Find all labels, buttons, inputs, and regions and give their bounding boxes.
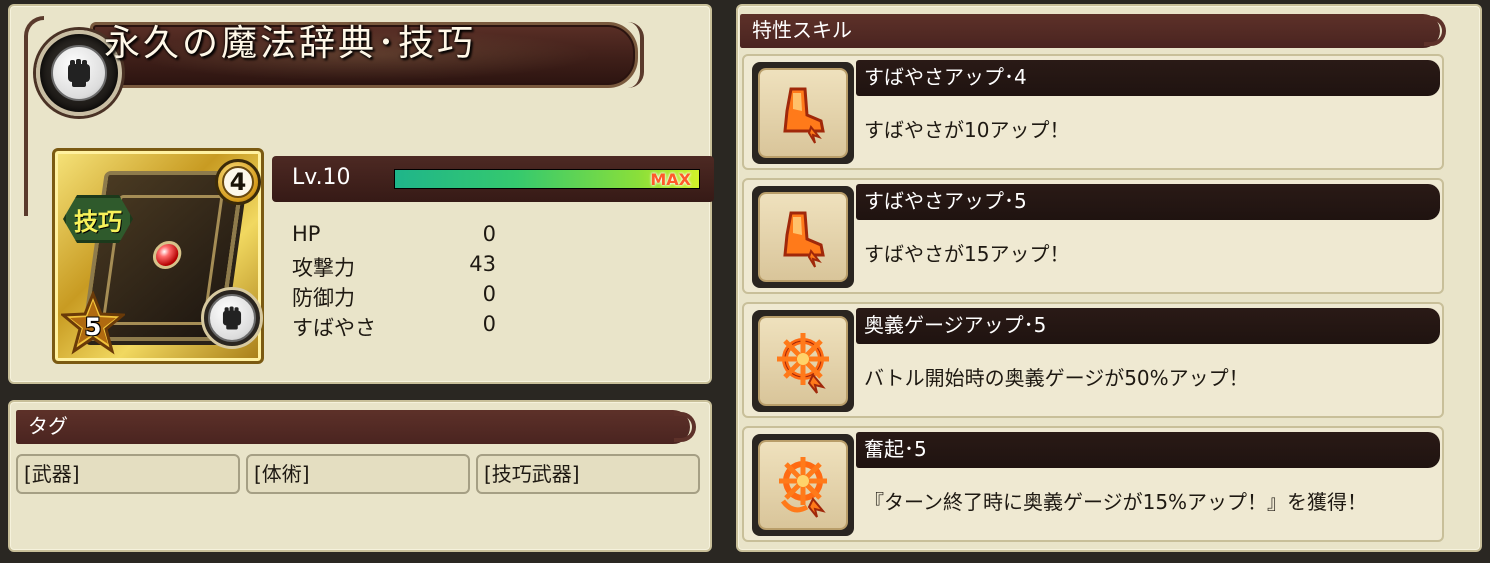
skill-header-label: 特性スキル: [752, 18, 852, 42]
tag-header: タグ: [16, 410, 696, 444]
item-card[interactable]: 技巧 4 5: [52, 148, 264, 364]
skill-icon-frame: [752, 62, 854, 164]
skill-description: すばやさが15アップ！: [864, 242, 1070, 266]
item-title: 永久の魔法辞典･技巧: [104, 23, 477, 64]
speed-boot-icon: [758, 68, 848, 158]
stat-row-hp: HP 0: [292, 222, 496, 252]
skill-card[interactable]: 奥義ゲージアップ･5 バトル開始時の奥義ゲージが50%アップ！: [742, 302, 1444, 418]
skill-icon-frame: [752, 186, 854, 288]
stat-value: 43: [469, 252, 496, 276]
skill-header: 特性スキル: [740, 14, 1446, 48]
stat-value: 0: [482, 312, 496, 336]
rally-icon: [758, 440, 848, 530]
stat-row-defense: 防御力 0: [292, 282, 496, 312]
level-max-label: MAX: [650, 170, 691, 189]
card-attack-emblem: [201, 287, 263, 349]
trait-skill-panel: 特性スキル すばやさアップ･4 すばやさが10アップ！ すばやさアップ･5 すば…: [736, 4, 1482, 552]
skill-title: すばやさアップ･4: [856, 60, 1440, 96]
skill-description: バトル開始時の奥義ゲージが50%アップ！: [864, 366, 1249, 390]
tag-item: [体術]: [246, 454, 470, 494]
stat-row-attack: 攻撃力 43: [292, 252, 496, 282]
skill-description: すばやさが10アップ！: [864, 118, 1070, 142]
stat-value: 0: [482, 222, 496, 246]
stat-value: 0: [482, 282, 496, 306]
stat-name: 防御力: [292, 286, 355, 310]
fist-icon: [51, 45, 107, 101]
skill-description: 『ターン終了時に奥義ゲージが15%アップ！』を獲得！: [864, 490, 1368, 514]
skill-icon-frame: [752, 310, 854, 412]
header-curl-ornament: [674, 412, 696, 442]
skill-card[interactable]: すばやさアップ･5 すばやさが15アップ！: [742, 178, 1444, 294]
skill-title: すばやさアップ･5: [856, 184, 1440, 220]
fist-icon: [208, 294, 256, 342]
stat-name: 攻撃力: [292, 256, 355, 280]
skill-title: 奮起･5: [856, 432, 1440, 468]
limit-break-count: 4: [222, 166, 254, 198]
level-row: Lv.10 MAX: [272, 156, 714, 202]
stat-row-speed: すばやさ 0: [292, 312, 496, 342]
type-badge: 技巧: [63, 195, 133, 243]
stat-name: すばやさ: [292, 316, 376, 340]
skill-title: 奥義ゲージアップ･5: [856, 308, 1440, 344]
ornament-frame: [24, 16, 44, 216]
speed-boot-icon: [758, 192, 848, 282]
skill-card[interactable]: すばやさアップ･4 すばやさが10アップ！: [742, 54, 1444, 170]
level-label: Lv.10: [292, 165, 351, 190]
burst-gauge-icon: [758, 316, 848, 406]
header-curl-ornament: [1424, 16, 1446, 46]
ornament-frame-right: [628, 22, 644, 88]
skill-icon-frame: [752, 434, 854, 536]
item-detail-panel: 永久の魔法辞典･技巧 技巧 4 5 Lv.10 MAX HP 0 攻撃力 43 …: [8, 4, 714, 384]
skill-card[interactable]: 奮起･5 『ターン終了時に奥義ゲージが15%アップ！』を獲得！: [742, 426, 1444, 542]
limit-break-badge: 4: [215, 159, 261, 205]
tag-header-label: タグ: [28, 414, 68, 438]
stat-name: HP: [292, 222, 321, 246]
tag-panel: タグ [武器] [体術] [技巧武器]: [8, 400, 712, 552]
tag-item: [技巧武器]: [476, 454, 700, 494]
level-gauge: MAX: [394, 169, 700, 189]
tag-item: [武器]: [16, 454, 240, 494]
rarity-number: 5: [84, 313, 102, 341]
